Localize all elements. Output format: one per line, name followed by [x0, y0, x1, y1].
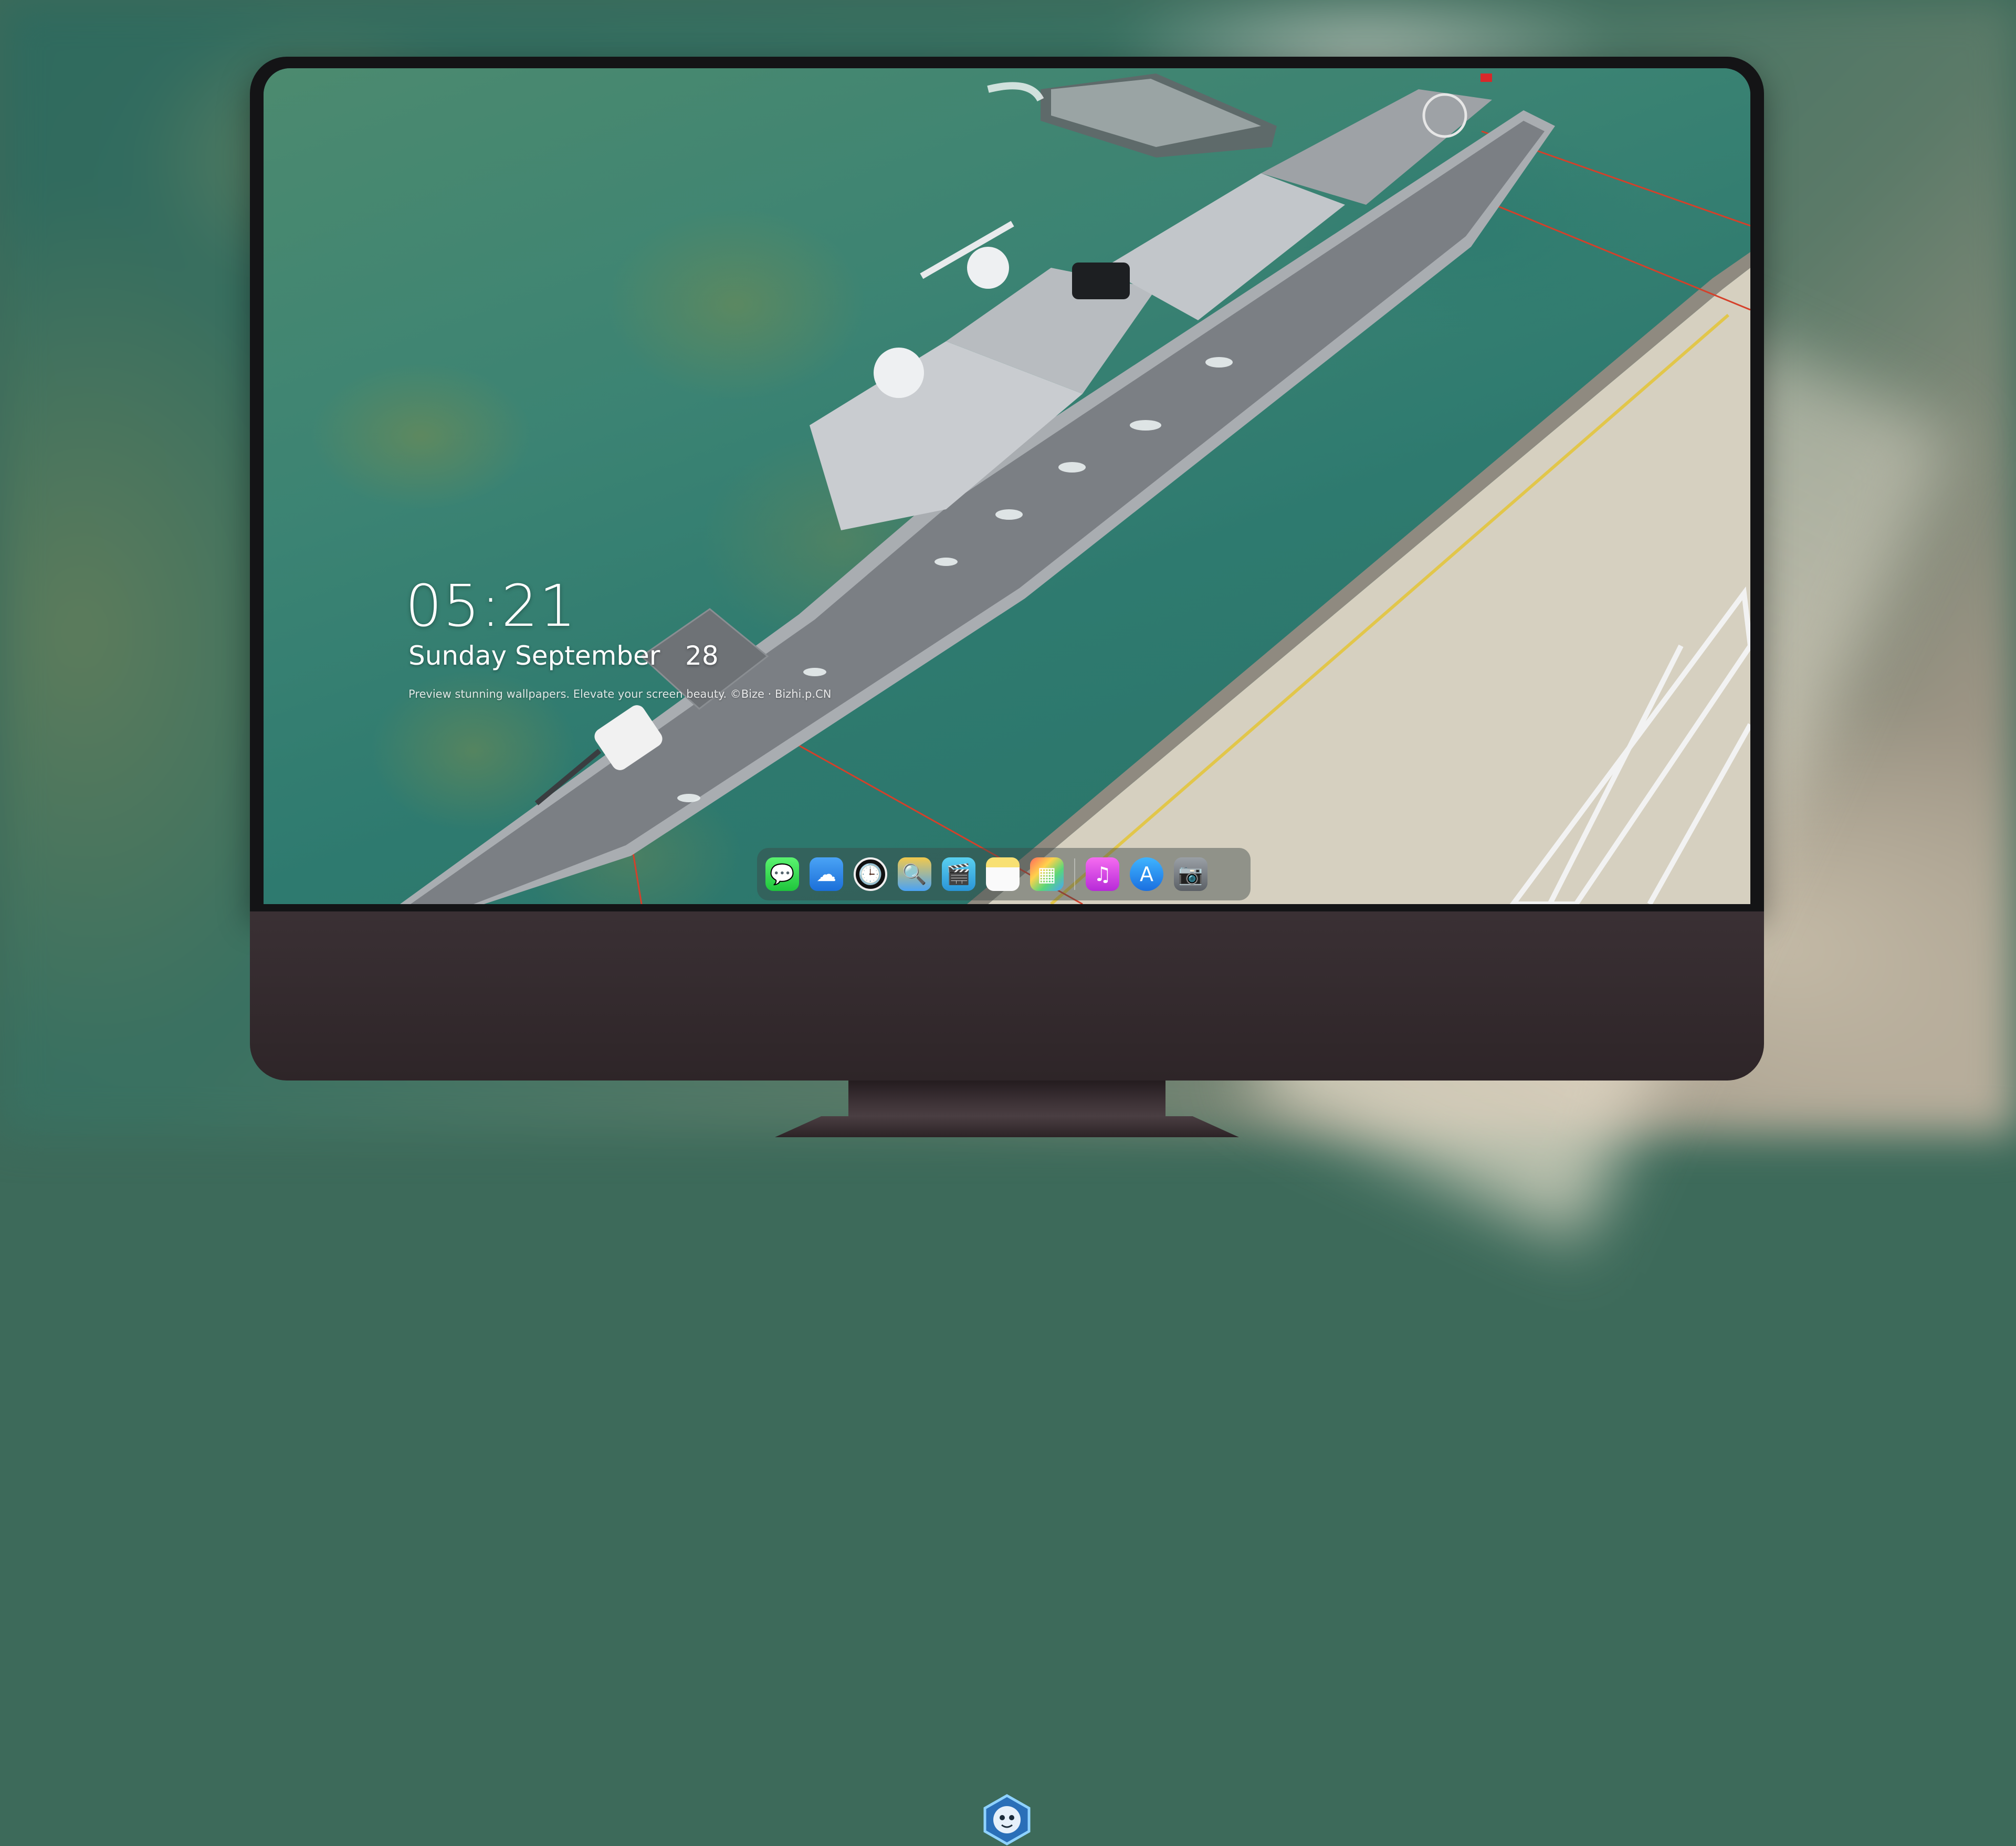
screen: 05:21 Sunday September 28 Preview stunni… — [264, 68, 1750, 904]
notes-icon[interactable] — [986, 857, 1020, 891]
funnel — [1072, 263, 1130, 299]
weather-icon[interactable]: ☁ — [810, 857, 843, 891]
radar-dome-upper — [967, 247, 1009, 289]
dock-separator — [1074, 858, 1075, 890]
monitor-stand-base — [775, 1116, 1239, 1137]
tug-wake — [987, 82, 1044, 102]
monitor-bezel: 05:21 Sunday September 28 Preview stunni… — [250, 57, 1764, 912]
lockscreen-date: Sunday September 28 — [408, 641, 719, 671]
clips-icon[interactable]: 🎬 — [942, 857, 975, 891]
music-icon[interactable]: ♫ — [1086, 857, 1119, 891]
camera-icon[interactable]: 📷 — [1174, 857, 1208, 891]
lockscreen-time: 05:21 — [405, 572, 578, 639]
radar-dome — [874, 348, 924, 398]
preview-icon[interactable]: 🔍 — [898, 857, 931, 891]
lockscreen-tagline: Preview stunning wallpapers. Elevate you… — [408, 688, 832, 700]
app-store-icon[interactable]: A — [1130, 857, 1163, 891]
monitor-stand — [848, 1081, 1166, 1117]
brand-logo-icon — [983, 1794, 1031, 1845]
clock-icon[interactable]: 🕒 — [854, 857, 887, 891]
wallpaper-warship — [400, 74, 1750, 904]
flag — [1480, 74, 1492, 82]
monitor: 05:21 Sunday September 28 Preview stunni… — [250, 57, 1764, 1845]
messages-icon[interactable]: 💬 — [765, 857, 799, 891]
dock: 💬 ☁ 🕒 🔍 🎬 ▦ ♫ A 📷 — [757, 848, 1251, 900]
monitor-chin — [250, 911, 1764, 1845]
photos-icon[interactable]: ▦ — [1030, 857, 1064, 891]
